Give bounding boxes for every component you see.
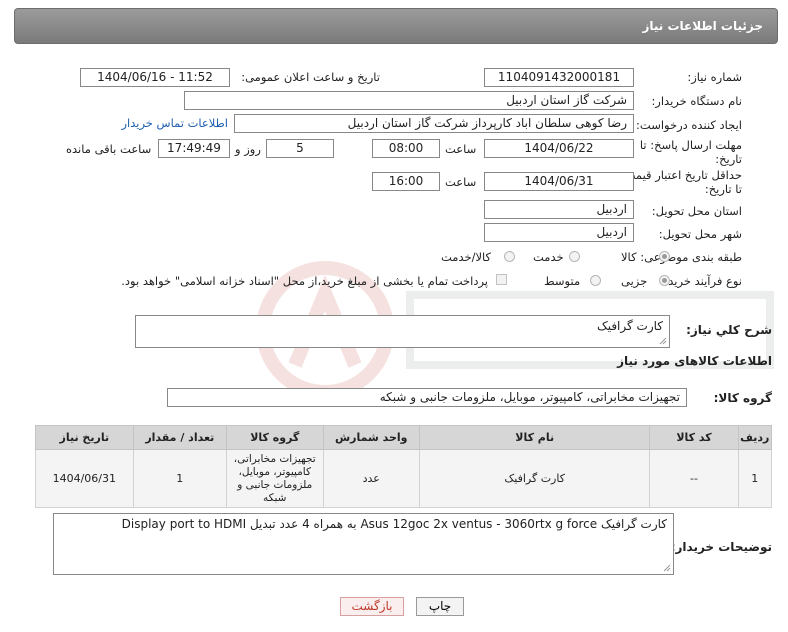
process-minor-label: جزیی bbox=[621, 274, 648, 288]
cell-qty: 1 bbox=[132, 449, 228, 508]
buyer-org-field[interactable]: شرکت گاز استان اردبیل bbox=[184, 91, 634, 110]
resize-grip-icon[interactable] bbox=[659, 337, 667, 345]
header-panel: جزئیات اطلاعات نیاز bbox=[14, 8, 778, 44]
need-number-field[interactable]: 1104091432000181 bbox=[484, 68, 634, 87]
category-goods-radio[interactable] bbox=[659, 251, 670, 262]
col-group-header: گروه کالا bbox=[226, 425, 324, 450]
process-minor-radio[interactable] bbox=[659, 275, 670, 286]
buyer-contact-link[interactable]: اطلاعات تماس خریدار bbox=[121, 116, 228, 130]
summary-text: کارت گرافیک bbox=[596, 319, 663, 333]
category-goods-label: کالا bbox=[621, 250, 637, 264]
goods-table: ردیف کد کالا نام کالا واحد شمارش گروه کا… bbox=[35, 425, 773, 508]
price-validity-date-field[interactable]: 1404/06/31 bbox=[484, 172, 634, 191]
col-unit-header: واحد شمارش bbox=[322, 425, 420, 450]
buyer-notes-label: توضیحات خریدار: bbox=[670, 540, 772, 554]
payment-note: پرداخت تمام یا بخشی از مبلغ خرید،از محل … bbox=[121, 274, 488, 288]
cell-name: کارت گرافیک bbox=[418, 449, 651, 508]
buyer-org-label: نام دستگاه خریدار: bbox=[651, 94, 742, 108]
buyer-notes-textarea[interactable]: کارت گرافیک Asus 12goc 2x ventus - 3060r… bbox=[53, 513, 674, 575]
announce-date-field[interactable]: 1404/06/16 - 11:52 bbox=[80, 68, 230, 87]
cell-code: -- bbox=[649, 449, 739, 508]
back-button[interactable]: بازگشت bbox=[340, 597, 404, 616]
deadline-date-field[interactable]: 1404/06/22 bbox=[484, 139, 634, 158]
cell-row: 1 bbox=[737, 449, 773, 508]
process-type-label: نوع فرآیند خرید : bbox=[660, 274, 742, 288]
city-field[interactable]: اردبیل bbox=[484, 223, 634, 242]
cell-unit: عدد bbox=[322, 449, 420, 508]
col-name-header: نام کالا bbox=[418, 425, 651, 450]
table-header-row: ردیف کد کالا نام کالا واحد شمارش گروه کا… bbox=[35, 425, 773, 450]
price-validity-label: حداقل تاریخ اعتبار قیمت: bbox=[620, 168, 742, 182]
col-code-header: کد کالا bbox=[649, 425, 739, 450]
col-row-header: ردیف bbox=[737, 425, 773, 450]
requester-label: ایجاد کننده درخواست: bbox=[636, 118, 742, 132]
remaining-days-field[interactable]: 5 bbox=[266, 139, 334, 158]
table-row: 1 -- کارت گرافیک عدد تجهیزات مخابراتی، ک… bbox=[35, 449, 773, 508]
province-label: استان محل تحویل: bbox=[651, 204, 742, 218]
cell-group: تجهیزات مخابراتی، کامپیوتر، موبایل، ملزو… bbox=[226, 449, 324, 508]
deadline-label: مهلت ارسال پاسخ: تا bbox=[639, 138, 742, 152]
price-validity-label-date: تا تاریخ: bbox=[704, 182, 742, 196]
process-medium-label: متوسط bbox=[544, 274, 581, 288]
remaining-time-field[interactable]: 17:49:49 bbox=[158, 139, 230, 158]
category-goods-service-radio[interactable] bbox=[504, 251, 515, 262]
province-field[interactable]: اردبیل bbox=[484, 200, 634, 219]
days-word: روز و bbox=[235, 142, 261, 156]
remaining-word: ساعت باقی مانده bbox=[66, 142, 152, 156]
requester-field[interactable]: رضا کوهی سلطان اباد کارپرداز شرکت گاز اس… bbox=[234, 114, 634, 133]
deadline-time-word: ساعت bbox=[445, 142, 477, 156]
summary-label: شرح كلي نياز: bbox=[686, 323, 772, 337]
resize-grip-icon[interactable] bbox=[663, 564, 671, 572]
deadline-time-field[interactable]: 08:00 bbox=[372, 139, 440, 158]
category-service-radio[interactable] bbox=[569, 251, 580, 262]
category-label: طبقه بندی موضوعی: bbox=[640, 250, 742, 264]
deadline-label-date: تاریخ: bbox=[715, 152, 742, 166]
print-button[interactable]: چاپ bbox=[416, 597, 464, 616]
price-time-word: ساعت bbox=[445, 175, 477, 189]
col-qty-header: تعداد / مقدار bbox=[132, 425, 228, 450]
cell-date: 1404/06/31 bbox=[35, 449, 134, 508]
announce-date-label: تاریخ و ساعت اعلان عمومی: bbox=[241, 70, 380, 84]
category-goods-service-label: کالا/خدمت bbox=[441, 250, 492, 264]
treasury-payment-checkbox[interactable] bbox=[496, 274, 507, 285]
summary-textarea[interactable]: کارت گرافیک bbox=[135, 315, 670, 348]
page-title: جزئیات اطلاعات نیاز bbox=[642, 19, 763, 33]
goods-group-label: گروه کالا: bbox=[713, 391, 772, 405]
goods-info-title: اطلاعات کالاهای مورد نیاز bbox=[617, 354, 772, 368]
buyer-notes-text: کارت گرافیک Asus 12goc 2x ventus - 3060r… bbox=[121, 517, 667, 531]
need-number-label: شماره نیاز: bbox=[687, 70, 742, 84]
category-service-label: خدمت bbox=[533, 250, 564, 264]
goods-group-field[interactable]: تجهیزات مخابراتی، کامپیوتر، موبایل، ملزو… bbox=[167, 388, 687, 407]
city-label: شهر محل تحویل: bbox=[658, 227, 742, 241]
col-date-header: تاریخ نیاز bbox=[35, 425, 134, 450]
price-validity-time-field[interactable]: 16:00 bbox=[372, 172, 440, 191]
process-medium-radio[interactable] bbox=[590, 275, 601, 286]
